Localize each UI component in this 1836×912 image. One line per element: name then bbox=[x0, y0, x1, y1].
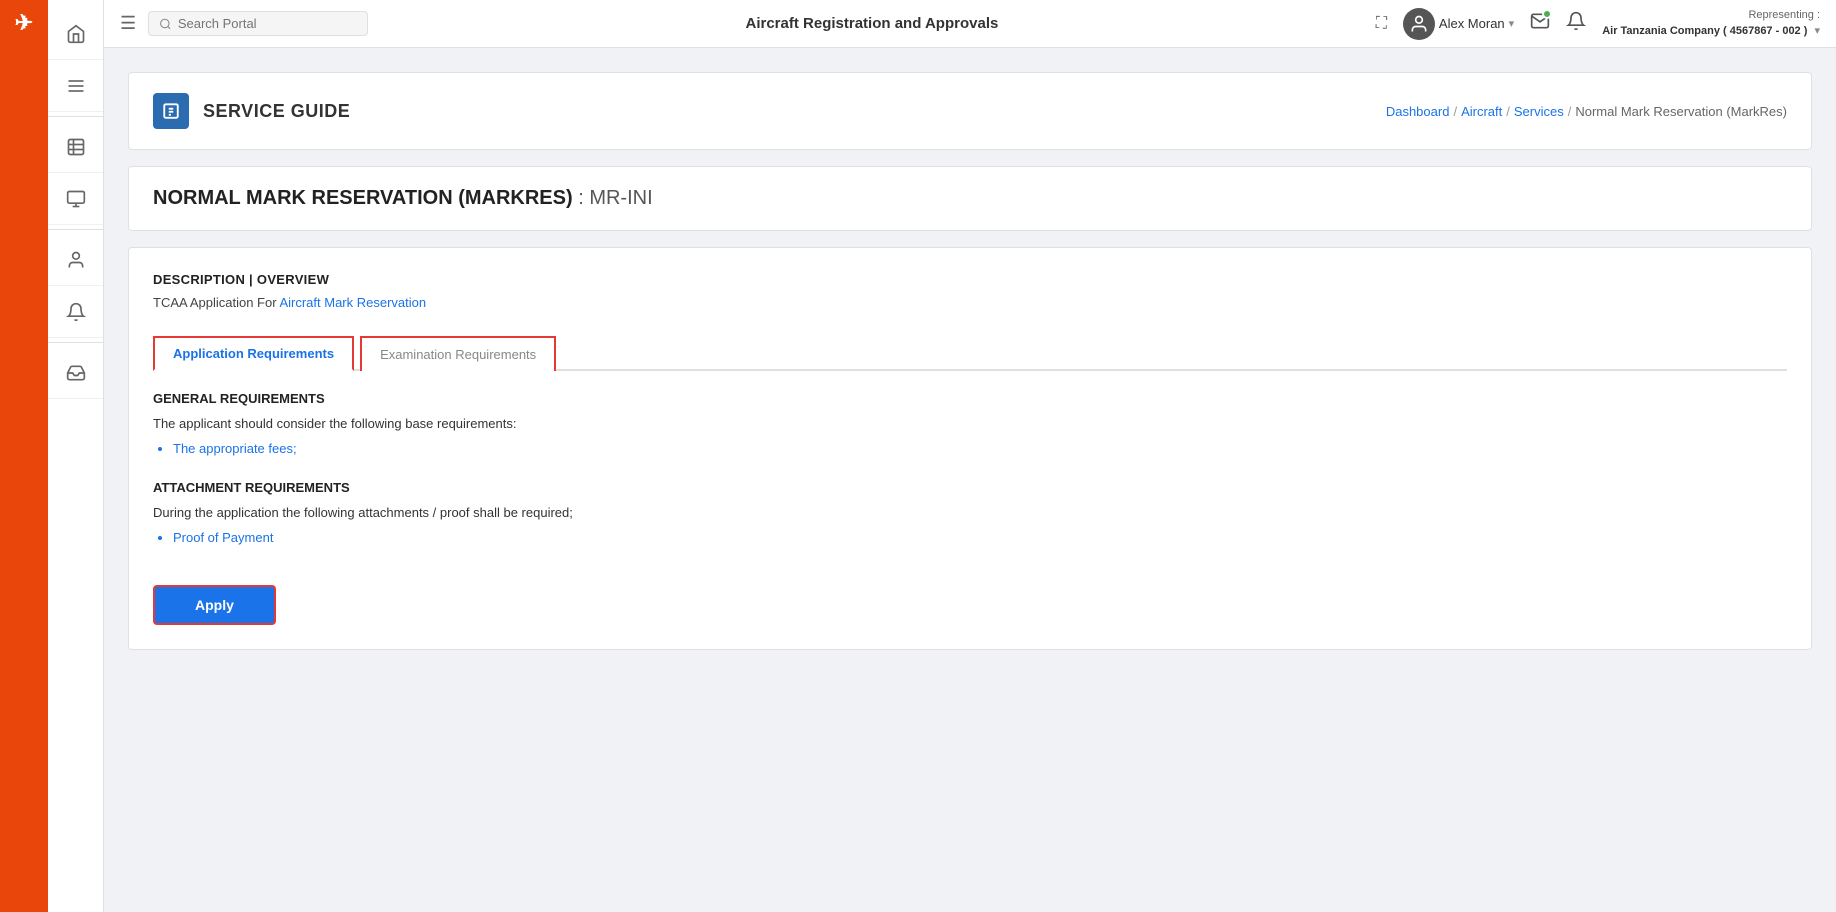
mail-notification-dot bbox=[1542, 9, 1552, 19]
breadcrumb-sep-1: / bbox=[1453, 104, 1457, 119]
avatar bbox=[1403, 8, 1435, 40]
sidebar-divider-3 bbox=[48, 342, 103, 343]
breadcrumb-sep-2: / bbox=[1506, 104, 1510, 119]
top-header: ☰ Aircraft Registration and Approvals ⛶ … bbox=[104, 0, 1836, 48]
description-link[interactable]: Aircraft Mark Reservation bbox=[279, 295, 426, 310]
description-heading: DESCRIPTION | OVERVIEW bbox=[153, 272, 1787, 287]
list-item: Proof of Payment bbox=[173, 530, 1787, 545]
user-menu[interactable]: Alex Moran ▾ bbox=[1403, 8, 1514, 40]
general-requirements-list: The appropriate fees; bbox=[153, 441, 1787, 456]
service-guide-icon bbox=[153, 93, 189, 129]
menu-toggle-icon[interactable]: ☰ bbox=[120, 13, 136, 34]
username-label: Alex Moran bbox=[1439, 16, 1505, 31]
attachment-requirements-list: Proof of Payment bbox=[153, 530, 1787, 545]
list-item: The appropriate fees; bbox=[173, 441, 1787, 456]
general-requirements-title: GENERAL REQUIREMENTS bbox=[153, 391, 1787, 406]
attachment-requirements-section: ATTACHMENT REQUIREMENTS During the appli… bbox=[153, 480, 1787, 545]
page-title: NORMAL MARK RESERVATION (MARKRES) : MR-I… bbox=[153, 187, 1787, 210]
breadcrumb-aircraft[interactable]: Aircraft bbox=[1461, 104, 1502, 119]
search-input[interactable] bbox=[178, 16, 357, 31]
service-guide-banner: SERVICE GUIDE Dashboard / Aircraft / Ser… bbox=[128, 72, 1812, 150]
main-area: ☰ Aircraft Registration and Approvals ⛶ … bbox=[104, 0, 1836, 912]
tab-application-requirements[interactable]: Application Requirements bbox=[153, 336, 354, 371]
representing-company: Air Tanzania Company ( 4567867 - 002 ) bbox=[1602, 25, 1807, 37]
brand-strip: ✈ bbox=[0, 0, 48, 912]
page-header-title: Aircraft Registration and Approvals bbox=[380, 15, 1364, 32]
general-requirements-desc: The applicant should consider the follow… bbox=[153, 416, 1787, 431]
sidebar-item-menu[interactable] bbox=[48, 60, 103, 112]
breadcrumb-services[interactable]: Services bbox=[1514, 104, 1564, 119]
apply-button[interactable]: Apply bbox=[153, 585, 276, 625]
search-box[interactable] bbox=[148, 11, 368, 36]
service-guide-left: SERVICE GUIDE bbox=[153, 93, 350, 129]
user-chevron-icon: ▾ bbox=[1509, 17, 1515, 30]
fullscreen-icon[interactable]: ⛶ bbox=[1376, 15, 1387, 33]
content-wrapper: SERVICE GUIDE Dashboard / Aircraft / Ser… bbox=[104, 48, 1836, 912]
description-text: TCAA Application For Aircraft Mark Reser… bbox=[153, 295, 1787, 310]
page-title-code: : MR-INI bbox=[578, 187, 652, 209]
sidebar-item-documents[interactable] bbox=[48, 121, 103, 173]
description-section: DESCRIPTION | OVERVIEW TCAA Application … bbox=[153, 272, 1787, 310]
sidebar-item-monitor[interactable] bbox=[48, 173, 103, 225]
breadcrumb: Dashboard / Aircraft / Services / Normal… bbox=[1386, 104, 1787, 119]
attachment-requirements-desc: During the application the following att… bbox=[153, 505, 1787, 520]
breadcrumb-current: Normal Mark Reservation (MarkRes) bbox=[1575, 104, 1787, 119]
mail-icon[interactable] bbox=[1530, 11, 1550, 36]
breadcrumb-sep-3: / bbox=[1568, 104, 1572, 119]
sidebar-divider-2 bbox=[48, 229, 103, 230]
main-content-card: DESCRIPTION | OVERVIEW TCAA Application … bbox=[128, 247, 1812, 650]
breadcrumb-dashboard[interactable]: Dashboard bbox=[1386, 104, 1450, 119]
bell-icon[interactable] bbox=[1566, 11, 1586, 36]
representing-label: Representing : bbox=[1602, 8, 1820, 23]
search-icon bbox=[159, 17, 172, 31]
representing-info: Representing : Air Tanzania Company ( 45… bbox=[1602, 8, 1820, 39]
header-actions: ⛶ Alex Moran ▾ bbox=[1376, 8, 1820, 40]
attachment-requirements-title: ATTACHMENT REQUIREMENTS bbox=[153, 480, 1787, 495]
tabs-row: Application Requirements Examination Req… bbox=[153, 334, 1787, 371]
description-prefix: TCAA Application For bbox=[153, 295, 279, 310]
sidebar-item-bell[interactable] bbox=[48, 286, 103, 338]
service-guide-title: SERVICE GUIDE bbox=[203, 101, 350, 122]
sidebar-item-person[interactable] bbox=[48, 234, 103, 286]
sidebar-item-home[interactable] bbox=[48, 8, 103, 60]
representing-chevron-icon: ▾ bbox=[1814, 25, 1820, 37]
general-requirements-section: GENERAL REQUIREMENTS The applicant shoul… bbox=[153, 391, 1787, 456]
sidebar bbox=[48, 0, 104, 912]
brand-logo: ✈ bbox=[15, 10, 33, 36]
page-title-main: NORMAL MARK RESERVATION (MARKRES) bbox=[153, 187, 573, 209]
page-title-section: NORMAL MARK RESERVATION (MARKRES) : MR-I… bbox=[128, 166, 1812, 231]
sidebar-item-inbox[interactable] bbox=[48, 347, 103, 399]
sidebar-divider-1 bbox=[48, 116, 103, 117]
tab-examination-requirements[interactable]: Examination Requirements bbox=[360, 336, 556, 371]
